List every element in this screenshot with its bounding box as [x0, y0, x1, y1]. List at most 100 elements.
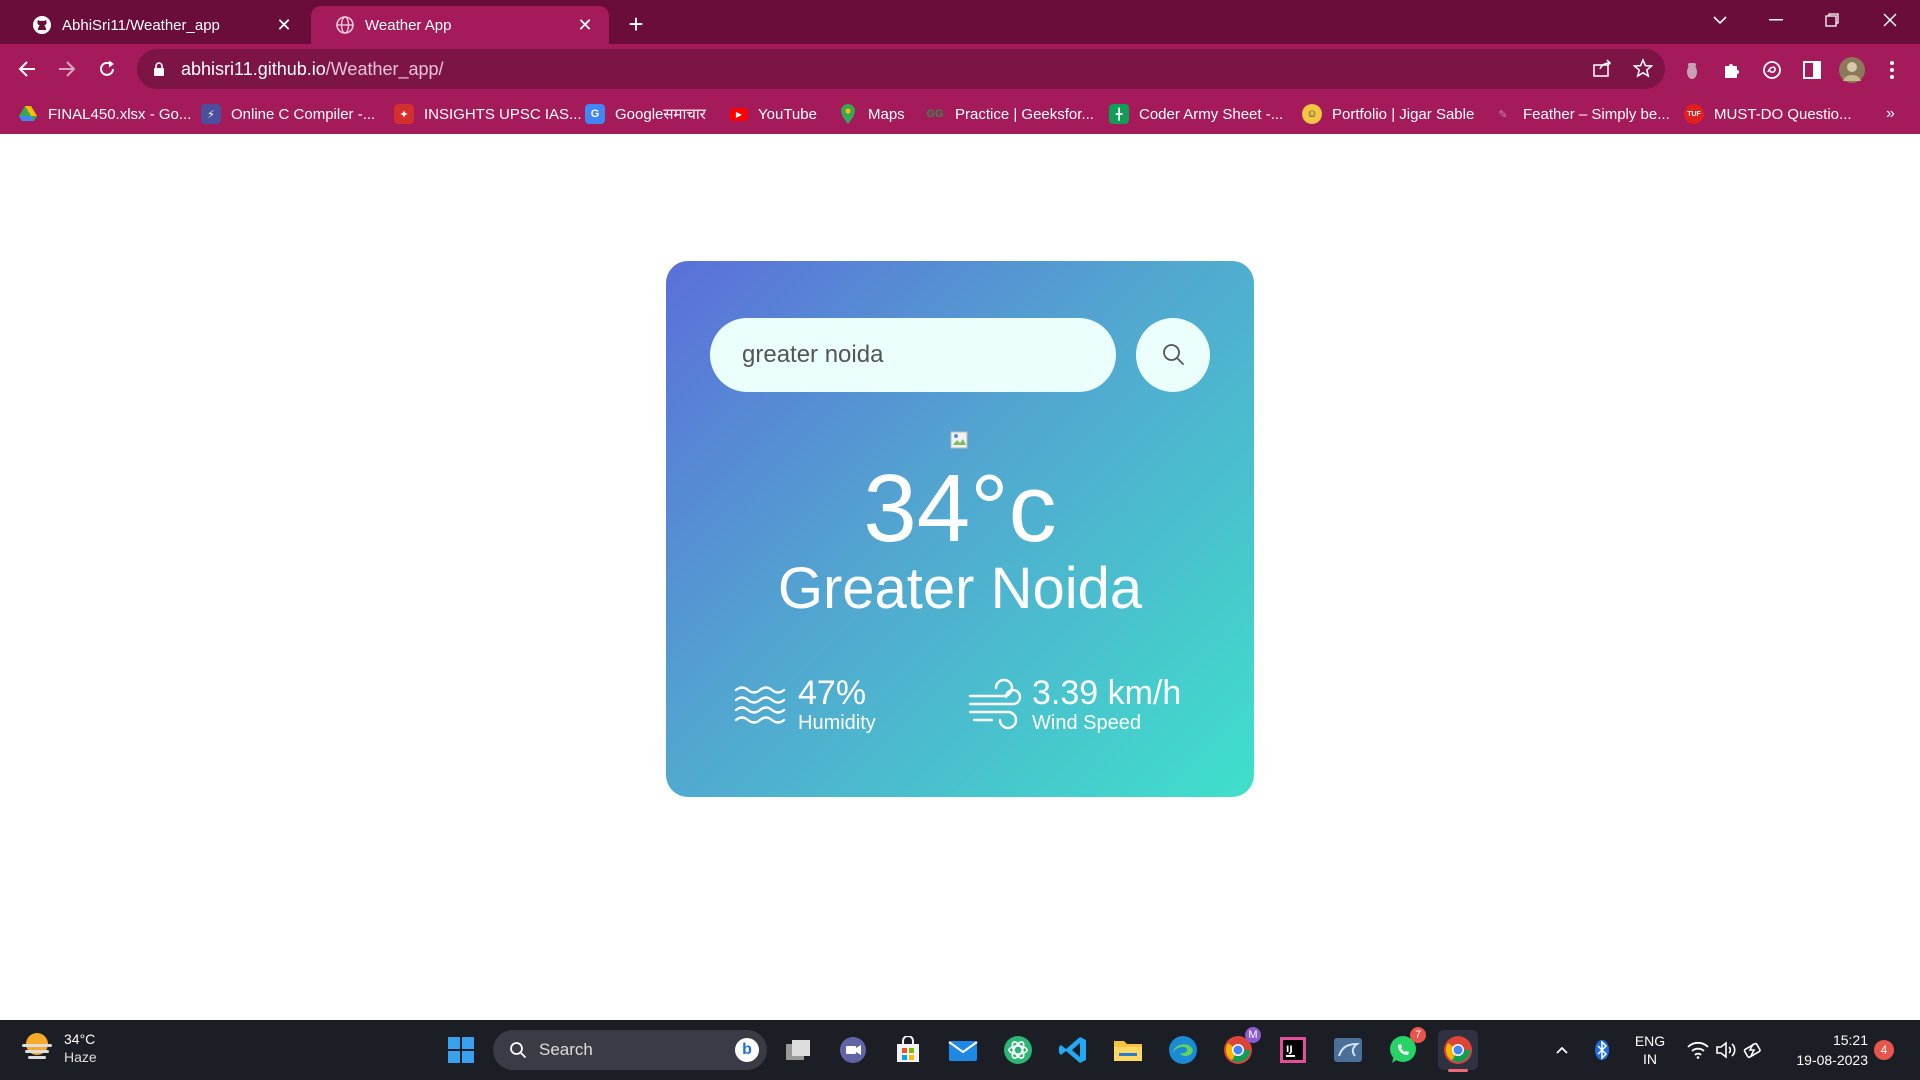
lock-icon[interactable]	[151, 61, 167, 77]
chrome-profile-icon[interactable]: M	[1218, 1027, 1261, 1070]
tab-title: AbhiSri11/Weather_app	[62, 16, 220, 34]
volume-icon[interactable]	[1714, 1038, 1738, 1062]
extensions-puzzle-icon[interactable]	[1718, 56, 1746, 84]
bookmark-label: YouTube	[758, 105, 817, 123]
tab-github-repo[interactable]: AbhiSri11/Weather_app ✕	[8, 6, 308, 44]
minimize-icon[interactable]	[1754, 4, 1798, 36]
google-drive-icon	[18, 104, 38, 124]
forward-icon[interactable]	[51, 53, 83, 85]
close-window-icon[interactable]	[1868, 4, 1912, 36]
vscode-icon[interactable]	[1053, 1030, 1093, 1070]
battery-charging-icon[interactable]	[1742, 1038, 1766, 1062]
reload-icon[interactable]	[91, 53, 123, 85]
language-line2: IN	[1643, 1051, 1657, 1067]
bookmark-label: Portfolio | Jigar Sable	[1332, 105, 1475, 123]
mysql-workbench-icon[interactable]	[1328, 1030, 1368, 1070]
chatgpt-app-icon[interactable]	[998, 1030, 1038, 1070]
avatar-icon: ☺	[1302, 104, 1322, 124]
bookmark-item[interactable]: GG Practice | Geeksfor...	[925, 102, 1094, 126]
language-indicator[interactable]: ENG IN	[1624, 1032, 1676, 1068]
extension-swirl-icon[interactable]	[1758, 56, 1786, 84]
side-panel-icon[interactable]	[1798, 56, 1826, 84]
bookmark-item[interactable]: ☺ Portfolio | Jigar Sable	[1302, 102, 1474, 126]
bookmark-item[interactable]: ✎ Feather – Simply be...	[1493, 102, 1669, 126]
back-icon[interactable]	[11, 53, 43, 85]
task-view-icon[interactable]	[778, 1030, 818, 1070]
teams-chat-icon[interactable]	[833, 1030, 873, 1070]
humidity-waves-icon	[734, 678, 788, 732]
feather-icon: ✎	[1498, 108, 1508, 121]
bookmark-item[interactable]: ✦ INSIGHTS UPSC IAS...	[394, 102, 582, 126]
taskbar-search-label: Search	[539, 1040, 593, 1059]
close-tab-icon[interactable]: ✕	[274, 15, 294, 35]
chrome-active-icon[interactable]	[1438, 1030, 1478, 1072]
restore-icon[interactable]	[1810, 4, 1854, 36]
microsoft-store-icon[interactable]	[888, 1030, 928, 1070]
wind-detail: 3.39 km/h Wind Speed	[968, 675, 1181, 735]
youtube-icon: ▶	[730, 107, 748, 121]
new-tab-button[interactable]: +	[620, 8, 652, 40]
clock-time: 15:21	[1832, 1032, 1868, 1048]
bluetooth-icon[interactable]	[1590, 1038, 1614, 1062]
haze-sun-icon	[20, 1031, 54, 1066]
bookmark-label: Maps	[868, 105, 905, 123]
taskbar-search-box[interactable]: Search b	[493, 1030, 767, 1070]
mail-icon[interactable]	[943, 1030, 983, 1070]
search-button[interactable]	[1136, 318, 1210, 392]
humidity-detail: 47% Humidity	[734, 675, 876, 735]
url-path: /Weather_app/	[325, 58, 444, 79]
browser-toolbar: abhisri11.github.io/Weather_app/	[0, 44, 1920, 94]
tray-overflow-chevron-icon[interactable]	[1550, 1038, 1574, 1062]
geeksforgeeks-icon: GG	[926, 108, 944, 120]
bookmark-label: Online C Compiler -...	[231, 105, 376, 123]
windows-taskbar: 34°C Haze Search b M IJ 7 ENG IN 15:21 1…	[0, 1020, 1920, 1080]
bookmarks-bar: FINAL450.xlsx - Go... ⚡ Online C Compile…	[0, 94, 1920, 134]
intellij-icon[interactable]: IJ	[1273, 1030, 1313, 1070]
bookmark-item[interactable]: ⚡ Online C Compiler -...	[201, 102, 375, 126]
bing-icon[interactable]: b	[735, 1038, 759, 1062]
humidity-value: 47%	[798, 674, 867, 712]
profile-avatar[interactable]	[1838, 56, 1866, 84]
chrome-profile-badge: M	[1245, 1027, 1261, 1043]
lightning-icon: ⚡	[201, 104, 221, 124]
temperature: 34°c	[863, 455, 1057, 562]
tab-weather-app[interactable]: Weather App ✕	[311, 6, 609, 44]
github-icon	[32, 15, 52, 35]
language-line1: ENG	[1634, 1033, 1666, 1049]
notification-badge[interactable]: 4	[1874, 1040, 1894, 1060]
bookmark-item[interactable]: FINAL450.xlsx - Go...	[18, 102, 191, 126]
bookmark-item[interactable]: ╋ Coder Army Sheet -...	[1109, 102, 1283, 126]
wifi-icon[interactable]	[1686, 1038, 1710, 1062]
active-app-indicator	[1448, 1069, 1468, 1072]
sheets-icon: ╋	[1109, 104, 1129, 124]
bookmark-item[interactable]: Maps	[838, 102, 905, 126]
taskbar-weather-temp: 34°C	[64, 1031, 96, 1047]
bookmark-star-icon[interactable]	[1629, 54, 1657, 82]
search-icon	[1161, 342, 1185, 369]
start-windows-icon[interactable]	[441, 1030, 481, 1070]
file-explorer-icon[interactable]	[1108, 1030, 1148, 1070]
globe-icon	[335, 15, 355, 35]
bookmarks-overflow-button[interactable]: »	[1886, 102, 1895, 126]
google-news-icon: G	[585, 104, 605, 124]
bookmark-item[interactable]: G Googleसमाचार	[585, 102, 706, 126]
wind-label: Wind Speed	[1032, 712, 1141, 734]
taskbar-weather-widget[interactable]: 34°C Haze	[20, 1030, 97, 1066]
whatsapp-badge: 7	[1410, 1027, 1426, 1043]
whatsapp-icon[interactable]: 7	[1383, 1027, 1426, 1070]
bookmark-item[interactable]: ▶ YouTube	[730, 102, 817, 126]
address-bar[interactable]: abhisri11.github.io/Weather_app/	[137, 49, 1665, 89]
edge-icon[interactable]	[1163, 1030, 1203, 1070]
close-tab-icon[interactable]: ✕	[575, 15, 595, 35]
share-icon[interactable]	[1588, 54, 1616, 82]
tab-search-chevron-icon[interactable]	[1698, 4, 1742, 36]
extension-acorn-icon[interactable]	[1678, 56, 1706, 84]
url-host: abhisri11.github.io	[181, 58, 326, 79]
taskbar-clock[interactable]: 15:21 19-08-2023	[1784, 1030, 1868, 1070]
city-search-input[interactable]	[710, 318, 1116, 392]
city-name: Greater Noida	[777, 556, 1143, 621]
menu-kebab-icon[interactable]	[1878, 56, 1906, 84]
weather-card: 34°c Greater Noida 47% Humidity	[666, 261, 1254, 797]
bookmark-item[interactable]: TUF MUST-DO Questio...	[1684, 102, 1852, 126]
tab-strip: AbhiSri11/Weather_app ✕ Weather App ✕ +	[0, 0, 1920, 44]
